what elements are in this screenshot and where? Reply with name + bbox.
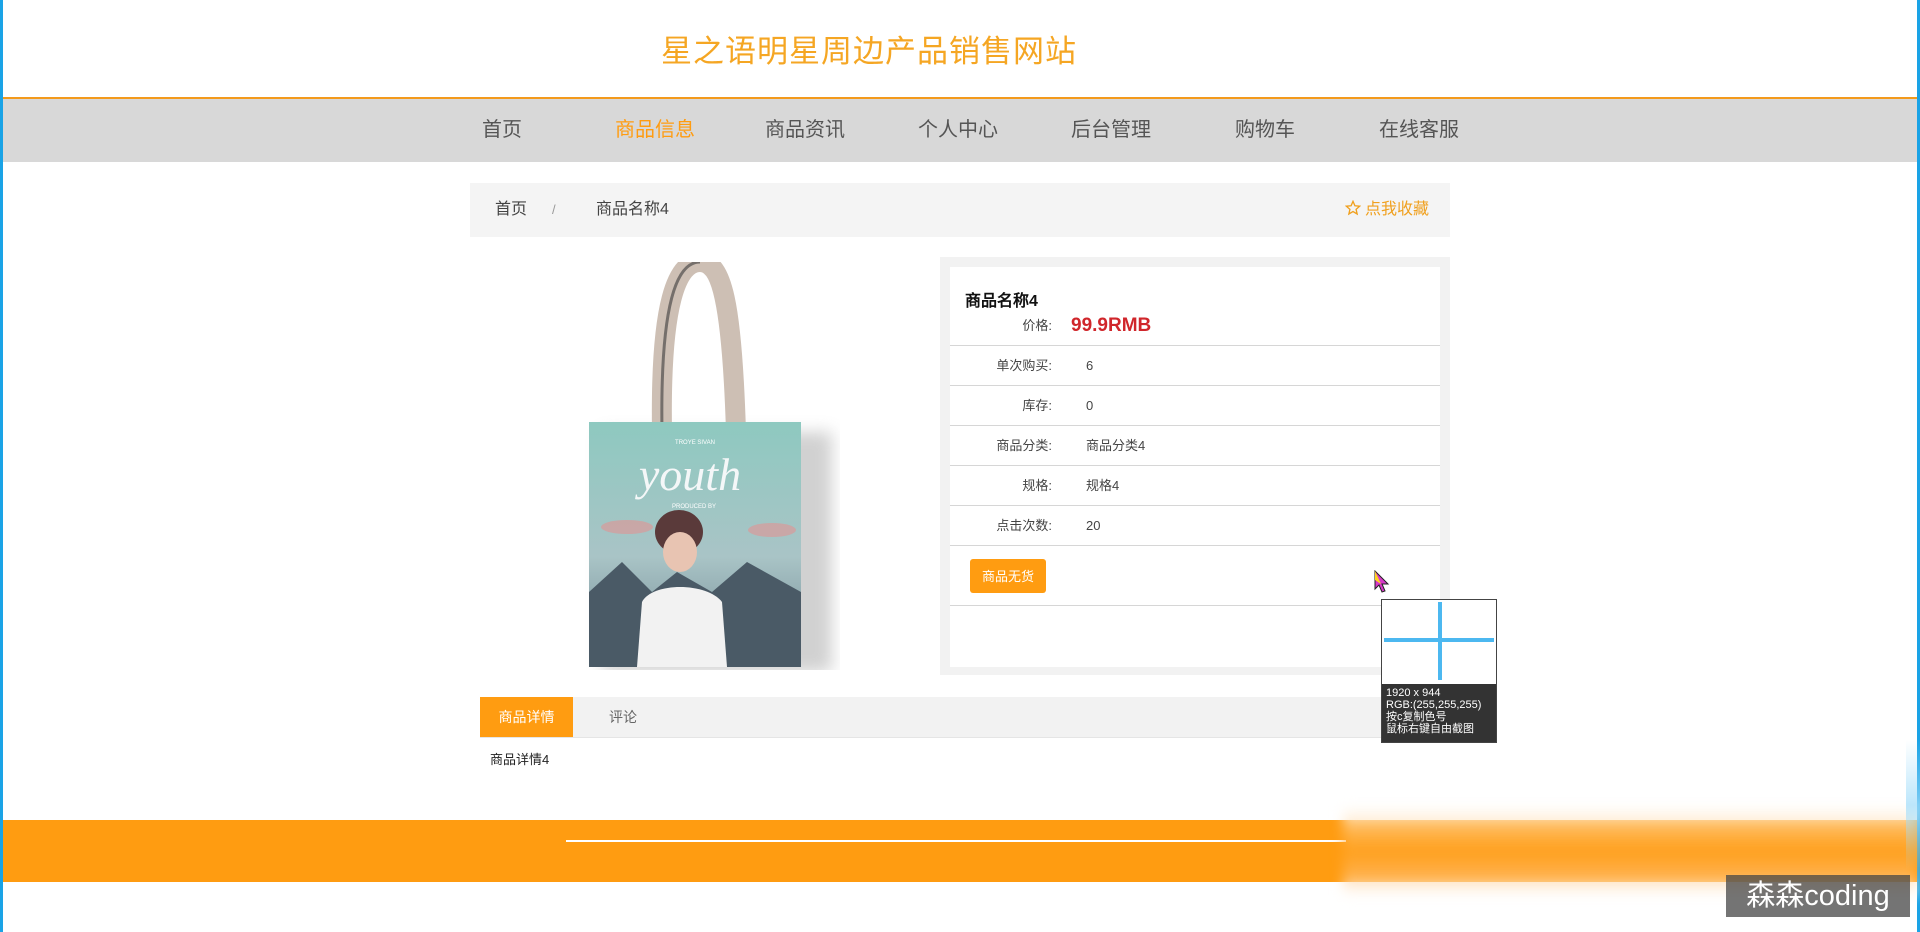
field-value: 0 <box>1086 398 1094 413</box>
sold-out-button[interactable]: 商品无货 <box>970 559 1046 593</box>
field-label: 价格: <box>1022 318 1052 333</box>
nav-item-cart[interactable]: 购物车 <box>1235 99 1295 162</box>
nav-item-products[interactable]: 商品信息 <box>615 99 695 162</box>
breadcrumb-home-link[interactable]: 首页 <box>495 183 527 237</box>
mouse-cursor-icon <box>1374 570 1390 593</box>
price-value: 99.9RMB <box>1071 315 1152 336</box>
product-info-card: 商品名称4 价格: 99.9RMB 单次购买: 6 库存: 0 商品分类: 商品… <box>950 267 1440 667</box>
tote-bag-image: TROYE SIVAN youth PRODUCED BY <box>589 262 832 670</box>
nav-item-support[interactable]: 在线客服 <box>1379 99 1459 162</box>
breadcrumb-current: 商品名称4 <box>596 201 669 218</box>
field-category: 商品分类: 商品分类4 <box>950 426 1440 466</box>
picker-rgb: RGB:(255,255,255) <box>1386 699 1482 711</box>
field-value: 规格4 <box>1086 478 1120 493</box>
nav-item-profile[interactable]: 个人中心 <box>918 99 998 162</box>
star-icon <box>1344 200 1361 216</box>
field-label: 库存: <box>1022 398 1052 413</box>
edge-glint <box>1906 740 1920 870</box>
field-label: 单次购买: <box>996 358 1052 373</box>
product-info-panel: 商品名称4 价格: 99.9RMB 单次购买: 6 库存: 0 商品分类: 商品… <box>940 257 1450 675</box>
tab-product-detail[interactable]: 商品详情 <box>480 697 573 737</box>
button-row-divider <box>950 605 1440 606</box>
field-spec: 规格: 规格4 <box>950 466 1440 506</box>
field-label: 商品分类: <box>996 438 1052 453</box>
svg-text:PRODUCED BY: PRODUCED BY <box>672 504 716 510</box>
nav-item-news[interactable]: 商品资讯 <box>765 99 845 162</box>
site-title: 星之语明星周边产品销售网站 <box>661 34 1077 69</box>
footer-divider <box>566 840 1346 842</box>
field-label: 规格: <box>1022 478 1052 493</box>
nav-item-admin[interactable]: 后台管理 <box>1071 99 1151 162</box>
field-value: 商品分类4 <box>1086 438 1146 453</box>
nav-item-home[interactable]: 首页 <box>482 99 522 162</box>
field-price: 价格: 99.9RMB <box>950 306 1440 346</box>
picker-hint-capture: 鼠标右键自由截图 <box>1386 723 1474 735</box>
field-value: 6 <box>1086 358 1094 373</box>
field-label: 点击次数: <box>996 518 1052 533</box>
favorite-label: 点我收藏 <box>1364 201 1429 218</box>
watermark: 森森coding <box>1726 875 1910 917</box>
picker-info: 1920 x 944 RGB:(255,255,255) 按c复制色号 鼠标右键… <box>1382 684 1496 742</box>
svg-text:youth: youth <box>635 449 741 500</box>
field-stock: 库存: 0 <box>950 386 1440 426</box>
picker-hint-copy: 按c复制色号 <box>1386 711 1447 723</box>
crosshair-horizontal <box>1384 638 1494 642</box>
favorite-button[interactable]: 点我收藏 <box>1344 183 1429 237</box>
color-picker-magnifier: 1920 x 944 RGB:(255,255,255) 按c复制色号 鼠标右键… <box>1381 599 1497 743</box>
breadcrumb-separator: / <box>552 202 556 217</box>
field-purchase-qty: 单次购买: 6 <box>950 346 1440 386</box>
breadcrumb: 首页 / 商品名称4 点我收藏 <box>470 183 1450 237</box>
product-detail-text: 商品详情4 <box>490 752 550 767</box>
main-nav: 首页 商品信息 商品资讯 个人中心 后台管理 购物车 在线客服 <box>3 99 1917 162</box>
svg-text:TROYE SIVAN: TROYE SIVAN <box>675 440 715 446</box>
detail-tabs: 商品详情 评论 <box>480 697 1450 738</box>
field-click-count: 点击次数: 20 <box>950 506 1440 546</box>
field-value: 20 <box>1086 518 1101 533</box>
picker-size: 1920 x 944 <box>1386 687 1441 699</box>
tab-comments[interactable]: 评论 <box>573 697 673 737</box>
